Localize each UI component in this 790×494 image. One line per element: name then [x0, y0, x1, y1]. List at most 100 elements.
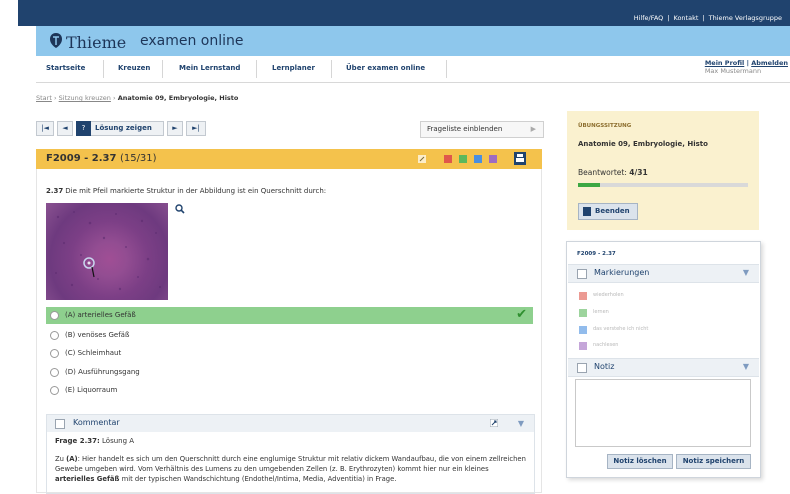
main-nav: Startseite Kreuzen Mein Lernstand Lernpl…	[36, 56, 790, 83]
histology-image[interactable]	[46, 203, 168, 300]
answer-option-c[interactable]: (C) Schleimhaut	[46, 345, 533, 362]
sidebar-question-id: F2009 - 2.37	[577, 251, 616, 257]
markierungen-header[interactable]: Markierungen ▼	[568, 264, 759, 283]
question-number: 2.37	[46, 187, 64, 195]
show-solution-button[interactable]: ? Lösung zeigen	[76, 121, 164, 136]
nav-startseite[interactable]: Startseite	[46, 64, 85, 72]
markierungen-title: Markierungen	[594, 268, 650, 277]
thieme-logo-icon[interactable]	[48, 32, 64, 49]
previous-question-button[interactable]: ◄	[57, 121, 73, 136]
session-name: Anatomie 09, Embryologie, Histo	[578, 140, 708, 148]
answer-label: (E) Liquorraum	[65, 386, 118, 394]
collapse-icon[interactable]: ▼	[518, 419, 524, 428]
marker-swatch	[579, 342, 587, 350]
breadcrumb-separator: ›	[113, 94, 116, 102]
contact-link[interactable]: Kontakt	[672, 14, 701, 22]
zoom-icon[interactable]	[175, 204, 185, 214]
question-header: F2009 - 2.37 (15/31)	[36, 149, 542, 169]
question-text: 2.37 Die mit Pfeil markierte Struktur in …	[46, 187, 326, 195]
session-box: ÜBUNGSSITZUNG Anatomie 09, Embryologie, …	[567, 111, 759, 230]
user-name: Max Mustermann	[704, 67, 762, 75]
answer-option-b[interactable]: (B) venöses Gefäß	[46, 327, 533, 344]
question-code: F2009 - 2.37	[46, 153, 117, 164]
end-session-button[interactable]: Beenden	[578, 203, 638, 220]
brand-bar: Thieme examen online	[36, 26, 790, 56]
last-question-button[interactable]: ►|	[186, 121, 206, 136]
breadcrumb-start[interactable]: Start	[36, 94, 52, 102]
marker-green-button[interactable]	[459, 155, 467, 163]
nav-mein-lernstand[interactable]: Mein Lernstand	[179, 64, 240, 72]
profile-separator: |	[746, 59, 749, 67]
session-progress-fill	[578, 183, 601, 187]
publisher-group-link[interactable]: Thieme Verlagsgruppe	[707, 14, 784, 22]
print-icon[interactable]	[514, 152, 526, 165]
comment-solution: Lösung A	[102, 437, 135, 445]
next-question-button[interactable]: ►	[167, 121, 183, 136]
end-session-label: Beenden	[595, 207, 630, 215]
comment-answer: Frage 2.37: Lösung A	[55, 437, 134, 445]
histology-image-art	[55, 211, 162, 291]
breadcrumb-sitzung-kreuzen[interactable]: Sitzung kreuzen	[59, 94, 111, 102]
marker-blue-button[interactable]	[474, 155, 482, 163]
question-list-label: Frageliste einblenden	[427, 125, 503, 133]
answer-option-a[interactable]: (A) arterielles Gefäß ✔	[46, 307, 533, 324]
marker-swatch	[579, 326, 587, 334]
breadcrumb: Start › Sitzung kreuzen › Anatomie 09, E…	[36, 94, 238, 102]
session-label: ÜBUNGSSITZUNG	[578, 123, 632, 129]
breadcrumb-current: Anatomie 09, Embryologie, Histo	[117, 94, 239, 102]
correct-check-icon: ✔	[516, 307, 527, 322]
marker-label: wiederholen	[593, 292, 624, 298]
first-question-button[interactable]: |◄	[36, 121, 54, 136]
top-bar: Hilfe/FAQ | Kontakt | Thieme Verlagsgruppe	[18, 0, 790, 26]
top-links: Hilfe/FAQ | Kontakt | Thieme Verlagsgruppe	[632, 14, 784, 22]
abmelden-link[interactable]: Abmelden	[751, 59, 788, 67]
marker-red-button[interactable]	[444, 155, 452, 163]
top-link-separator: |	[667, 14, 670, 22]
marker-swatch	[579, 309, 587, 317]
comment-question-label: Frage 2.37:	[55, 437, 100, 445]
breadcrumb-separator: ›	[53, 94, 57, 102]
marker-purple-button[interactable]	[489, 155, 497, 163]
comment-title: Kommentar	[73, 418, 120, 427]
answer-radio[interactable]	[50, 368, 59, 377]
nav-divider	[446, 60, 447, 78]
edit-icon[interactable]	[418, 155, 426, 163]
answer-radio[interactable]	[50, 386, 59, 395]
mein-profil-link[interactable]: Mein Profil	[705, 59, 744, 67]
answer-radio[interactable]	[50, 349, 59, 358]
marker-label: nachlesen	[593, 342, 619, 348]
collapse-icon[interactable]: ▼	[743, 268, 749, 277]
comment-panel: Kommentar ▼ Frage 2.37: Lösung A Zu (A):…	[46, 414, 535, 494]
notiz-header[interactable]: Notiz ▼	[568, 358, 759, 377]
comment-header[interactable]: Kommentar ▼	[47, 415, 534, 432]
help-faq-link[interactable]: Hilfe/FAQ	[632, 14, 666, 22]
nav-divider	[331, 60, 332, 78]
comment-checkbox-icon	[55, 419, 65, 429]
show-solution-label: Lösung zeigen	[95, 124, 152, 132]
notiz-title: Notiz	[594, 362, 615, 371]
note-textarea[interactable]	[575, 379, 751, 447]
brand-name[interactable]: Thieme	[66, 33, 126, 52]
answer-label: (A) arterielles Gefäß	[65, 311, 136, 319]
save-note-button[interactable]: Notiz speichern	[676, 454, 751, 469]
collapse-icon[interactable]: ▼	[743, 362, 749, 371]
answered-count: Beantwortet: 4/31	[578, 168, 648, 177]
answer-radio[interactable]	[50, 311, 59, 320]
nav-kreuzen[interactable]: Kreuzen	[118, 64, 150, 72]
lock-icon	[583, 207, 591, 216]
delete-note-button[interactable]: Notiz löschen	[607, 454, 673, 469]
show-question-list-button[interactable]: Frageliste einblenden ▶	[420, 121, 544, 138]
nav-ueber-examen-online[interactable]: Über examen online	[346, 64, 425, 72]
question-id: F2009 - 2.37 (15/31)	[46, 153, 157, 164]
answer-option-e[interactable]: (E) Liquorraum	[46, 382, 533, 399]
answer-radio[interactable]	[50, 331, 59, 340]
expand-icon[interactable]	[490, 419, 498, 427]
nav-lernplaner[interactable]: Lernplaner	[272, 64, 315, 72]
notiz-checkbox-icon	[577, 363, 587, 373]
session-progress-bar	[578, 183, 748, 187]
product-name: examen online	[140, 33, 244, 49]
marker-swatch	[579, 292, 587, 300]
answer-option-d[interactable]: (D) Ausführungsgang	[46, 364, 533, 381]
question-mark-icon: ?	[76, 121, 91, 136]
question-body: Die mit Pfeil markierte Struktur in der …	[65, 187, 327, 195]
